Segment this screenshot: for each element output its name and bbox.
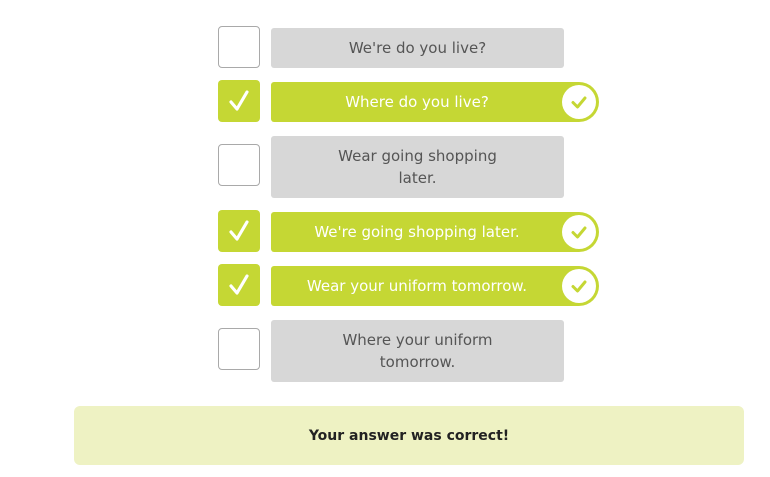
- check-circle-icon: [571, 226, 587, 239]
- option-label-correct[interactable]: Where do you live?: [271, 82, 599, 122]
- option-text: Where your uniform tomorrow.: [342, 331, 493, 371]
- option-row: We're going shopping later.: [218, 210, 599, 252]
- option-text: We're do you live?: [348, 39, 487, 57]
- checkmark-icon: [229, 90, 249, 111]
- option-text: Wear going shopping later.: [338, 147, 497, 187]
- option-label-correct[interactable]: Wear your uniform tomorrow.: [271, 266, 599, 306]
- option-label-correct[interactable]: We're going shopping later.: [271, 212, 599, 252]
- option-checkbox[interactable]: [218, 144, 260, 186]
- option-row: Where do you live?: [218, 80, 599, 122]
- option-label[interactable]: We're do you live?: [271, 28, 564, 68]
- option-label[interactable]: Wear going shopping later.: [271, 136, 564, 198]
- option-text: We're going shopping later.: [314, 223, 520, 241]
- option-text: Where do you live?: [345, 93, 489, 111]
- option-checkbox[interactable]: [218, 328, 260, 370]
- option-row: Wear your uniform tomorrow.: [218, 264, 599, 306]
- option-text: Wear your uniform tomorrow.: [306, 277, 528, 295]
- option-row: Wear going shopping later.: [218, 136, 564, 198]
- option-label[interactable]: Where your uniform tomorrow.: [271, 320, 564, 382]
- option-checkbox-checked[interactable]: [218, 264, 260, 306]
- option-row: Where your uniform tomorrow.: [218, 320, 564, 382]
- feedback-banner: Your answer was correct!: [74, 406, 744, 465]
- correct-badge: [562, 85, 596, 119]
- option-checkbox-checked[interactable]: [218, 80, 260, 122]
- correct-badge: [562, 215, 596, 249]
- check-circle-icon: [571, 96, 587, 109]
- checkmark-icon: [229, 274, 249, 295]
- correct-badge: [562, 269, 596, 303]
- option-row: We're do you live?: [218, 26, 564, 68]
- option-checkbox-checked[interactable]: [218, 210, 260, 252]
- checkmark-icon: [229, 220, 249, 241]
- check-circle-icon: [571, 280, 587, 293]
- option-checkbox[interactable]: [218, 26, 260, 68]
- feedback-message: Your answer was correct!: [308, 427, 510, 444]
